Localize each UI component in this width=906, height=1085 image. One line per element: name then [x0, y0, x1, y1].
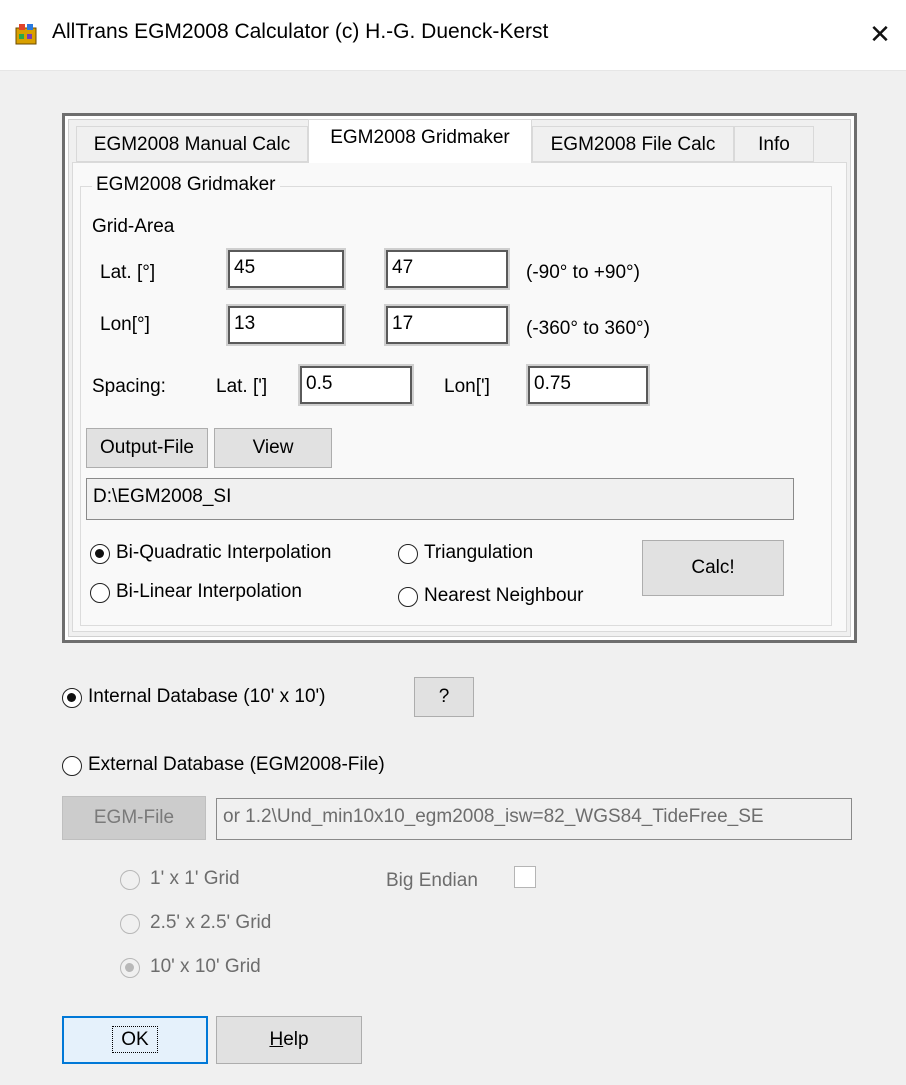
groupbox-title: EGM2008 Gridmaker [92, 174, 280, 196]
big-endian-label: Big Endian [386, 870, 478, 891]
lon-label: Lon[°] [100, 314, 150, 335]
ok-button-label: OK [112, 1026, 158, 1053]
spacing-lat-label: Lat. ['] [216, 376, 268, 397]
app-icon [15, 24, 37, 45]
radio-icon [120, 914, 140, 934]
database-help-button[interactable]: ? [414, 677, 474, 717]
egm-file-path-field[interactable]: or 1.2\Und_min10x10_egm2008_isw=82_WGS84… [216, 798, 852, 840]
tab-label: EGM2008 Manual Calc [93, 134, 291, 155]
spacing-lon-label: Lon['] [444, 376, 490, 397]
window-title: AllTrans EGM2008 Calculator (c) H.-G. Du… [52, 20, 549, 43]
radio-label: Nearest Neighbour [424, 585, 584, 606]
radio-label: 10' x 10' Grid [150, 956, 261, 977]
tab-file-calc[interactable]: EGM2008 File Calc [532, 126, 734, 162]
help-button[interactable]: Help [216, 1016, 362, 1064]
radio-icon [62, 756, 82, 776]
lat-from-input[interactable]: 45 [228, 250, 344, 288]
lat-to-input[interactable]: 47 [386, 250, 508, 288]
ok-button[interactable]: OK [62, 1016, 208, 1064]
radio-label: Internal Database (10' x 10') [88, 686, 326, 707]
output-file-button[interactable]: Output-File [86, 428, 208, 468]
radio-icon [120, 870, 140, 890]
spacing-lon-input[interactable]: 0.75 [528, 366, 648, 404]
lon-range-hint: (-360° to 360°) [526, 318, 650, 339]
tab-label: Info [758, 134, 790, 155]
lat-range-hint: (-90° to +90°) [526, 262, 640, 283]
spacing-lat-input[interactable]: 0.5 [300, 366, 412, 404]
tab-label: EGM2008 File Calc [550, 134, 716, 155]
tab-label: EGM2008 Gridmaker [330, 127, 510, 148]
big-endian-checkbox[interactable] [514, 866, 536, 888]
spacing-label: Spacing: [92, 376, 166, 397]
title-bar: AllTrans EGM2008 Calculator (c) H.-G. Du… [0, 0, 906, 71]
radio-icon [120, 958, 140, 978]
grid-area-label: Grid-Area [92, 216, 175, 237]
radio-icon [398, 587, 418, 607]
radio-icon [90, 583, 110, 603]
radio-icon [398, 544, 418, 564]
radio-label: 1' x 1' Grid [150, 868, 240, 889]
output-path-field[interactable]: D:\EGM2008_SI [86, 478, 794, 520]
lon-from-input[interactable]: 13 [228, 306, 344, 344]
radio-label: External Database (EGM2008-File) [88, 754, 385, 775]
radio-label: Bi-Quadratic Interpolation [116, 542, 332, 563]
radio-icon [62, 688, 82, 708]
help-label-rest: elp [283, 1029, 309, 1050]
tab-gridmaker[interactable]: EGM2008 Gridmaker [308, 119, 532, 163]
close-icon[interactable]: ✕ [860, 12, 900, 56]
radio-label: Bi-Linear Interpolation [116, 581, 302, 602]
view-button[interactable]: View [214, 428, 332, 468]
tab-manual-calc[interactable]: EGM2008 Manual Calc [76, 126, 308, 162]
tab-info[interactable]: Info [734, 126, 814, 162]
help-accelerator: H [269, 1029, 284, 1050]
radio-label: Triangulation [424, 542, 534, 563]
egm-file-button[interactable]: EGM-File [62, 796, 206, 840]
lon-to-input[interactable]: 17 [386, 306, 508, 344]
radio-label: 2.5' x 2.5' Grid [150, 912, 272, 933]
calc-button[interactable]: Calc! [642, 540, 784, 596]
lat-label: Lat. [°] [100, 262, 156, 283]
radio-icon [90, 544, 110, 564]
